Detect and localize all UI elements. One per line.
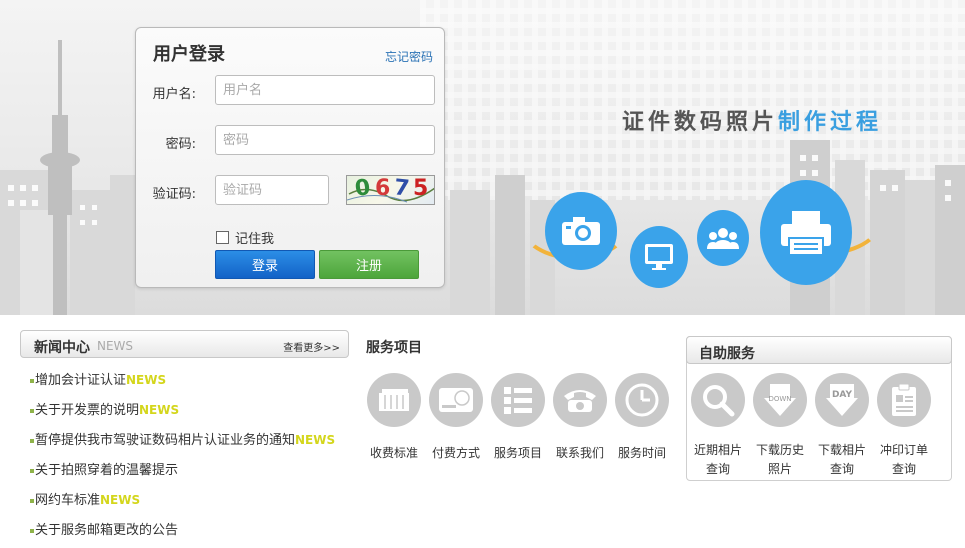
news-title: 新闻中心 bbox=[34, 340, 90, 356]
captcha-char: 0 bbox=[353, 175, 372, 202]
banner-title-part2: 制作过程 bbox=[778, 109, 883, 135]
service-item-price[interactable]: 收费标准 bbox=[366, 373, 422, 461]
login-panel: 用户登录 忘记密码 用户名: 密码: 验证码: 0 6 7 5 记住我 登录 注… bbox=[135, 27, 445, 288]
payment-card-icon bbox=[429, 373, 483, 427]
day-icon-text: DAY bbox=[832, 390, 853, 400]
news-item[interactable]: 暂停提供我市驾驶证数码相片认证业务的通知NEWS bbox=[30, 430, 370, 460]
news-item[interactable]: 网约车标准NEWS bbox=[30, 490, 370, 520]
order-doc-icon bbox=[877, 373, 931, 427]
username-label: 用户名: bbox=[152, 87, 196, 102]
news-item[interactable]: 关于开发票的说明NEWS bbox=[30, 400, 370, 430]
self-label-line1: 下载相片 bbox=[817, 443, 866, 457]
self-item-recent-photo[interactable]: 近期相片 查询 bbox=[688, 373, 748, 479]
group-people-icon bbox=[697, 210, 749, 266]
self-item-download-history[interactable]: DOWN 下载历史照片 bbox=[750, 373, 810, 479]
self-label-line1: 下载历史 bbox=[755, 443, 804, 457]
news-panel-header: 新闻中心 NEWS 查看更多>> bbox=[20, 330, 349, 358]
price-standard-icon bbox=[367, 373, 421, 427]
login-title: 用户登录 bbox=[153, 44, 225, 65]
self-item-print-order[interactable]: 冲印订单 查询 bbox=[874, 373, 934, 479]
banner-title-part1: 证件数码照片 bbox=[622, 109, 779, 135]
self-label-line2: 查询 bbox=[705, 462, 730, 476]
news-tag: NEWS bbox=[295, 433, 336, 447]
download-icon: DOWN bbox=[753, 373, 807, 427]
news-item[interactable]: 增加会计证认证NEWS bbox=[30, 370, 370, 400]
banner-title: 证件数码照片制作过程 bbox=[622, 104, 882, 136]
password-input[interactable] bbox=[215, 125, 435, 155]
captcha-char: 5 bbox=[413, 176, 429, 201]
news-item-text[interactable]: 关于开发票的说明 bbox=[35, 403, 139, 418]
self-item-download-photo[interactable]: DAY 下载相片查询 bbox=[812, 373, 872, 479]
service-item-payment[interactable]: 付费方式 bbox=[428, 373, 484, 461]
printer-icon bbox=[760, 180, 852, 285]
login-button[interactable]: 登录 bbox=[215, 250, 315, 279]
self-label-line2: 查询 bbox=[829, 462, 854, 476]
remember-me-label: 记住我 bbox=[235, 232, 275, 247]
news-tag: NEWS bbox=[126, 373, 167, 387]
self-label-line1: 近期相片 bbox=[693, 443, 742, 457]
news-item[interactable]: 关于服务邮箱更改的公告 bbox=[30, 520, 370, 548]
news-item-text[interactable]: 关于服务邮箱更改的公告 bbox=[35, 523, 178, 538]
service-list-icon bbox=[491, 373, 545, 427]
news-item-text[interactable]: 增加会计证认证 bbox=[35, 373, 126, 388]
news-item-text[interactable]: 关于拍照穿着的温馨提示 bbox=[35, 463, 178, 478]
password-label: 密码: bbox=[165, 137, 196, 152]
checkbox-box[interactable] bbox=[216, 231, 229, 244]
day-download-icon: DAY bbox=[815, 373, 869, 427]
news-more-link[interactable]: 查看更多>> bbox=[283, 339, 340, 354]
camera-icon bbox=[545, 192, 617, 270]
self-service-title: 自助服务 bbox=[699, 346, 755, 362]
self-label-line1: 冲印订单 bbox=[879, 443, 928, 457]
captcha-label: 验证码: bbox=[152, 187, 196, 202]
self-label-line2: 照片 bbox=[767, 462, 792, 476]
download-icon-text: DOWN bbox=[768, 395, 791, 403]
phone-icon bbox=[553, 373, 607, 427]
service-label: 服务时间 bbox=[617, 446, 666, 460]
news-item-text[interactable]: 网约车标准 bbox=[35, 493, 100, 508]
service-label: 付费方式 bbox=[431, 446, 480, 460]
self-service-header: 自助服务 bbox=[686, 336, 952, 364]
service-item-hours[interactable]: 服务时间 bbox=[614, 373, 670, 461]
captcha-image[interactable]: 0 6 7 5 bbox=[346, 175, 435, 205]
username-input[interactable] bbox=[215, 75, 435, 105]
captcha-char: 7 bbox=[392, 175, 411, 202]
news-tag: NEWS bbox=[100, 493, 141, 507]
news-item[interactable]: 关于拍照穿着的温馨提示 bbox=[30, 460, 370, 490]
captcha-input[interactable] bbox=[215, 175, 329, 205]
search-icon bbox=[691, 373, 745, 427]
service-label: 收费标准 bbox=[369, 446, 418, 460]
clock-icon bbox=[615, 373, 669, 427]
captcha-char: 6 bbox=[375, 176, 391, 201]
news-tag: NEWS bbox=[139, 403, 180, 417]
services-title: 服务项目 bbox=[366, 340, 422, 356]
forgot-password-link[interactable]: 忘记密码 bbox=[385, 48, 433, 65]
service-item-contact[interactable]: 联系我们 bbox=[552, 373, 608, 461]
news-title-en: NEWS bbox=[97, 339, 134, 353]
news-item-text[interactable]: 暂停提供我市驾驶证数码相片认证业务的通知 bbox=[35, 433, 295, 448]
service-item-list[interactable]: 服务项目 bbox=[490, 373, 546, 461]
service-label: 服务项目 bbox=[493, 446, 542, 460]
self-label-line2: 查询 bbox=[891, 462, 916, 476]
monitor-icon bbox=[630, 226, 688, 288]
service-label: 联系我们 bbox=[555, 446, 604, 460]
register-button[interactable]: 注册 bbox=[319, 250, 419, 279]
news-list: 增加会计证认证NEWS 关于开发票的说明NEWS 暂停提供我市驾驶证数码相片认证… bbox=[30, 370, 370, 548]
remember-me-checkbox[interactable]: 记住我 bbox=[216, 228, 274, 247]
